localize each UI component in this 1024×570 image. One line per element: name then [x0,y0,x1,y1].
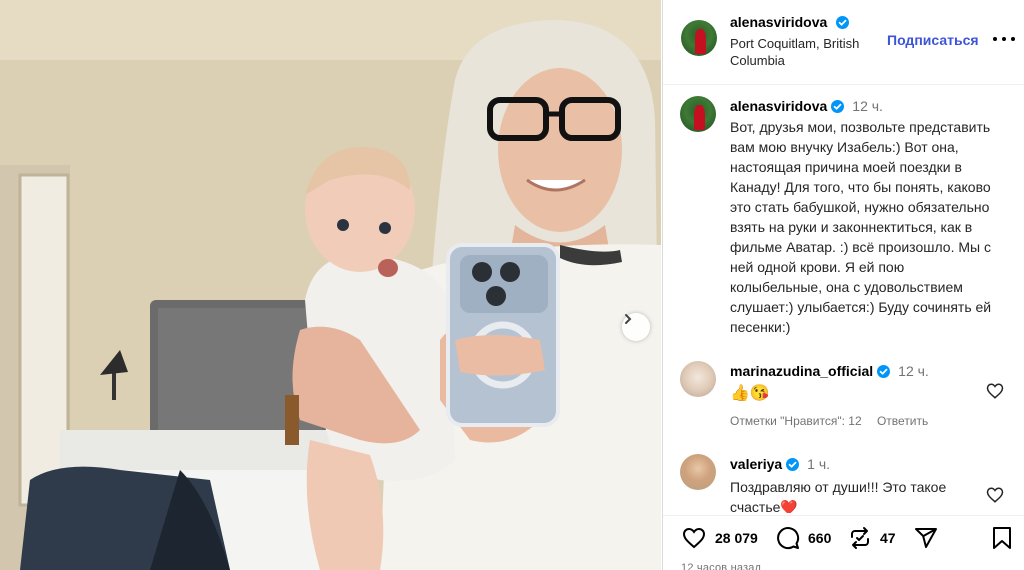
caption-author-avatar[interactable] [680,96,716,132]
bookmark-icon[interactable] [991,526,1013,550]
post-action-bar: 28 079 660 47 [663,515,1024,560]
comment-header: marinazudina_official 12 ч. [730,363,1010,381]
more-dot-icon [993,37,997,41]
caption-time: 12 ч. [852,98,883,114]
comment-meta: Отметки "Нравится": 12 Ответить [730,414,1010,428]
more-options-button[interactable] [993,30,1015,48]
caption-header: alenasviridova 12 ч. [730,98,1010,116]
comment-username[interactable]: marinazudina_official [730,363,873,379]
caption-text: Вот, друзья мои, позвольте представить в… [730,119,992,335]
comment-text: Поздравляю от души!!! Это такое счастье❤… [730,479,947,513]
comment-body: marinazudina_official 12 ч. 👍😘 Отметки "Н… [730,363,1010,428]
author-info: alenasviridova Port Coquitlam, British C… [730,14,880,69]
instagram-post-view: alenasviridova Port Coquitlam, British C… [0,0,1024,570]
comment-likes-link[interactable]: Отметки "Нравится": 12 [730,414,862,428]
comment-time: 12 ч. [898,363,929,379]
share-send-icon [915,528,937,548]
post-header: alenasviridova Port Coquitlam, British C… [663,0,1024,85]
share-button[interactable] [914,526,938,550]
likes-count[interactable]: 28 079 [715,530,758,546]
post-side-panel: alenasviridova Port Coquitlam, British C… [662,0,1024,570]
more-dot-icon [1011,37,1015,41]
follow-button[interactable]: Подписаться [887,32,979,48]
verified-badge-icon [831,100,845,113]
commenter-avatar[interactable] [680,454,716,490]
post-photo[interactable] [0,0,661,570]
author-avatar[interactable] [681,20,717,56]
carousel-next-button[interactable] [622,313,650,341]
more-dot-icon [1002,37,1006,41]
comment-text: 👍😘 [730,385,770,402]
heart-icon [682,527,706,549]
verified-badge-icon [786,458,800,471]
comments-count: 660 [808,530,832,546]
author-username[interactable]: alenasviridova [730,14,827,30]
comment-header: valeriya 1 ч. [730,456,1010,474]
photo-illustration [0,0,661,570]
comment-time: 1 ч. [807,456,831,472]
repost-icon [851,527,869,549]
posted-time[interactable]: 12 часов назад [681,562,761,570]
caption-body: alenasviridova 12 ч. Вот, друзья мои, поз… [730,98,1010,337]
heart-icon[interactable] [986,382,1004,400]
post-location[interactable]: Port Coquitlam, British Columbia [730,35,880,69]
reposts-count: 47 [880,530,896,546]
commenter-avatar[interactable] [680,361,716,397]
comment-body: valeriya 1 ч. Поздравляю от души!!! Это т… [730,456,1010,513]
comment-username[interactable]: valeriya [730,456,782,472]
heart-icon[interactable] [986,486,1004,504]
comments-section[interactable]: alenasviridova 12 ч. Вот, друзья мои, поз… [663,86,1024,513]
chevron-right-icon [625,314,632,324]
verified-badge-icon [835,16,849,29]
caption-username[interactable]: alenasviridova [730,98,827,114]
verified-badge-icon [877,365,891,378]
comment-reply-button[interactable]: Ответить [877,414,928,428]
like-button[interactable]: 28 079 [681,526,758,550]
comment-bubble-icon [777,527,800,550]
comment-button[interactable]: 660 [776,526,831,550]
repost-button[interactable]: 47 [848,526,896,550]
